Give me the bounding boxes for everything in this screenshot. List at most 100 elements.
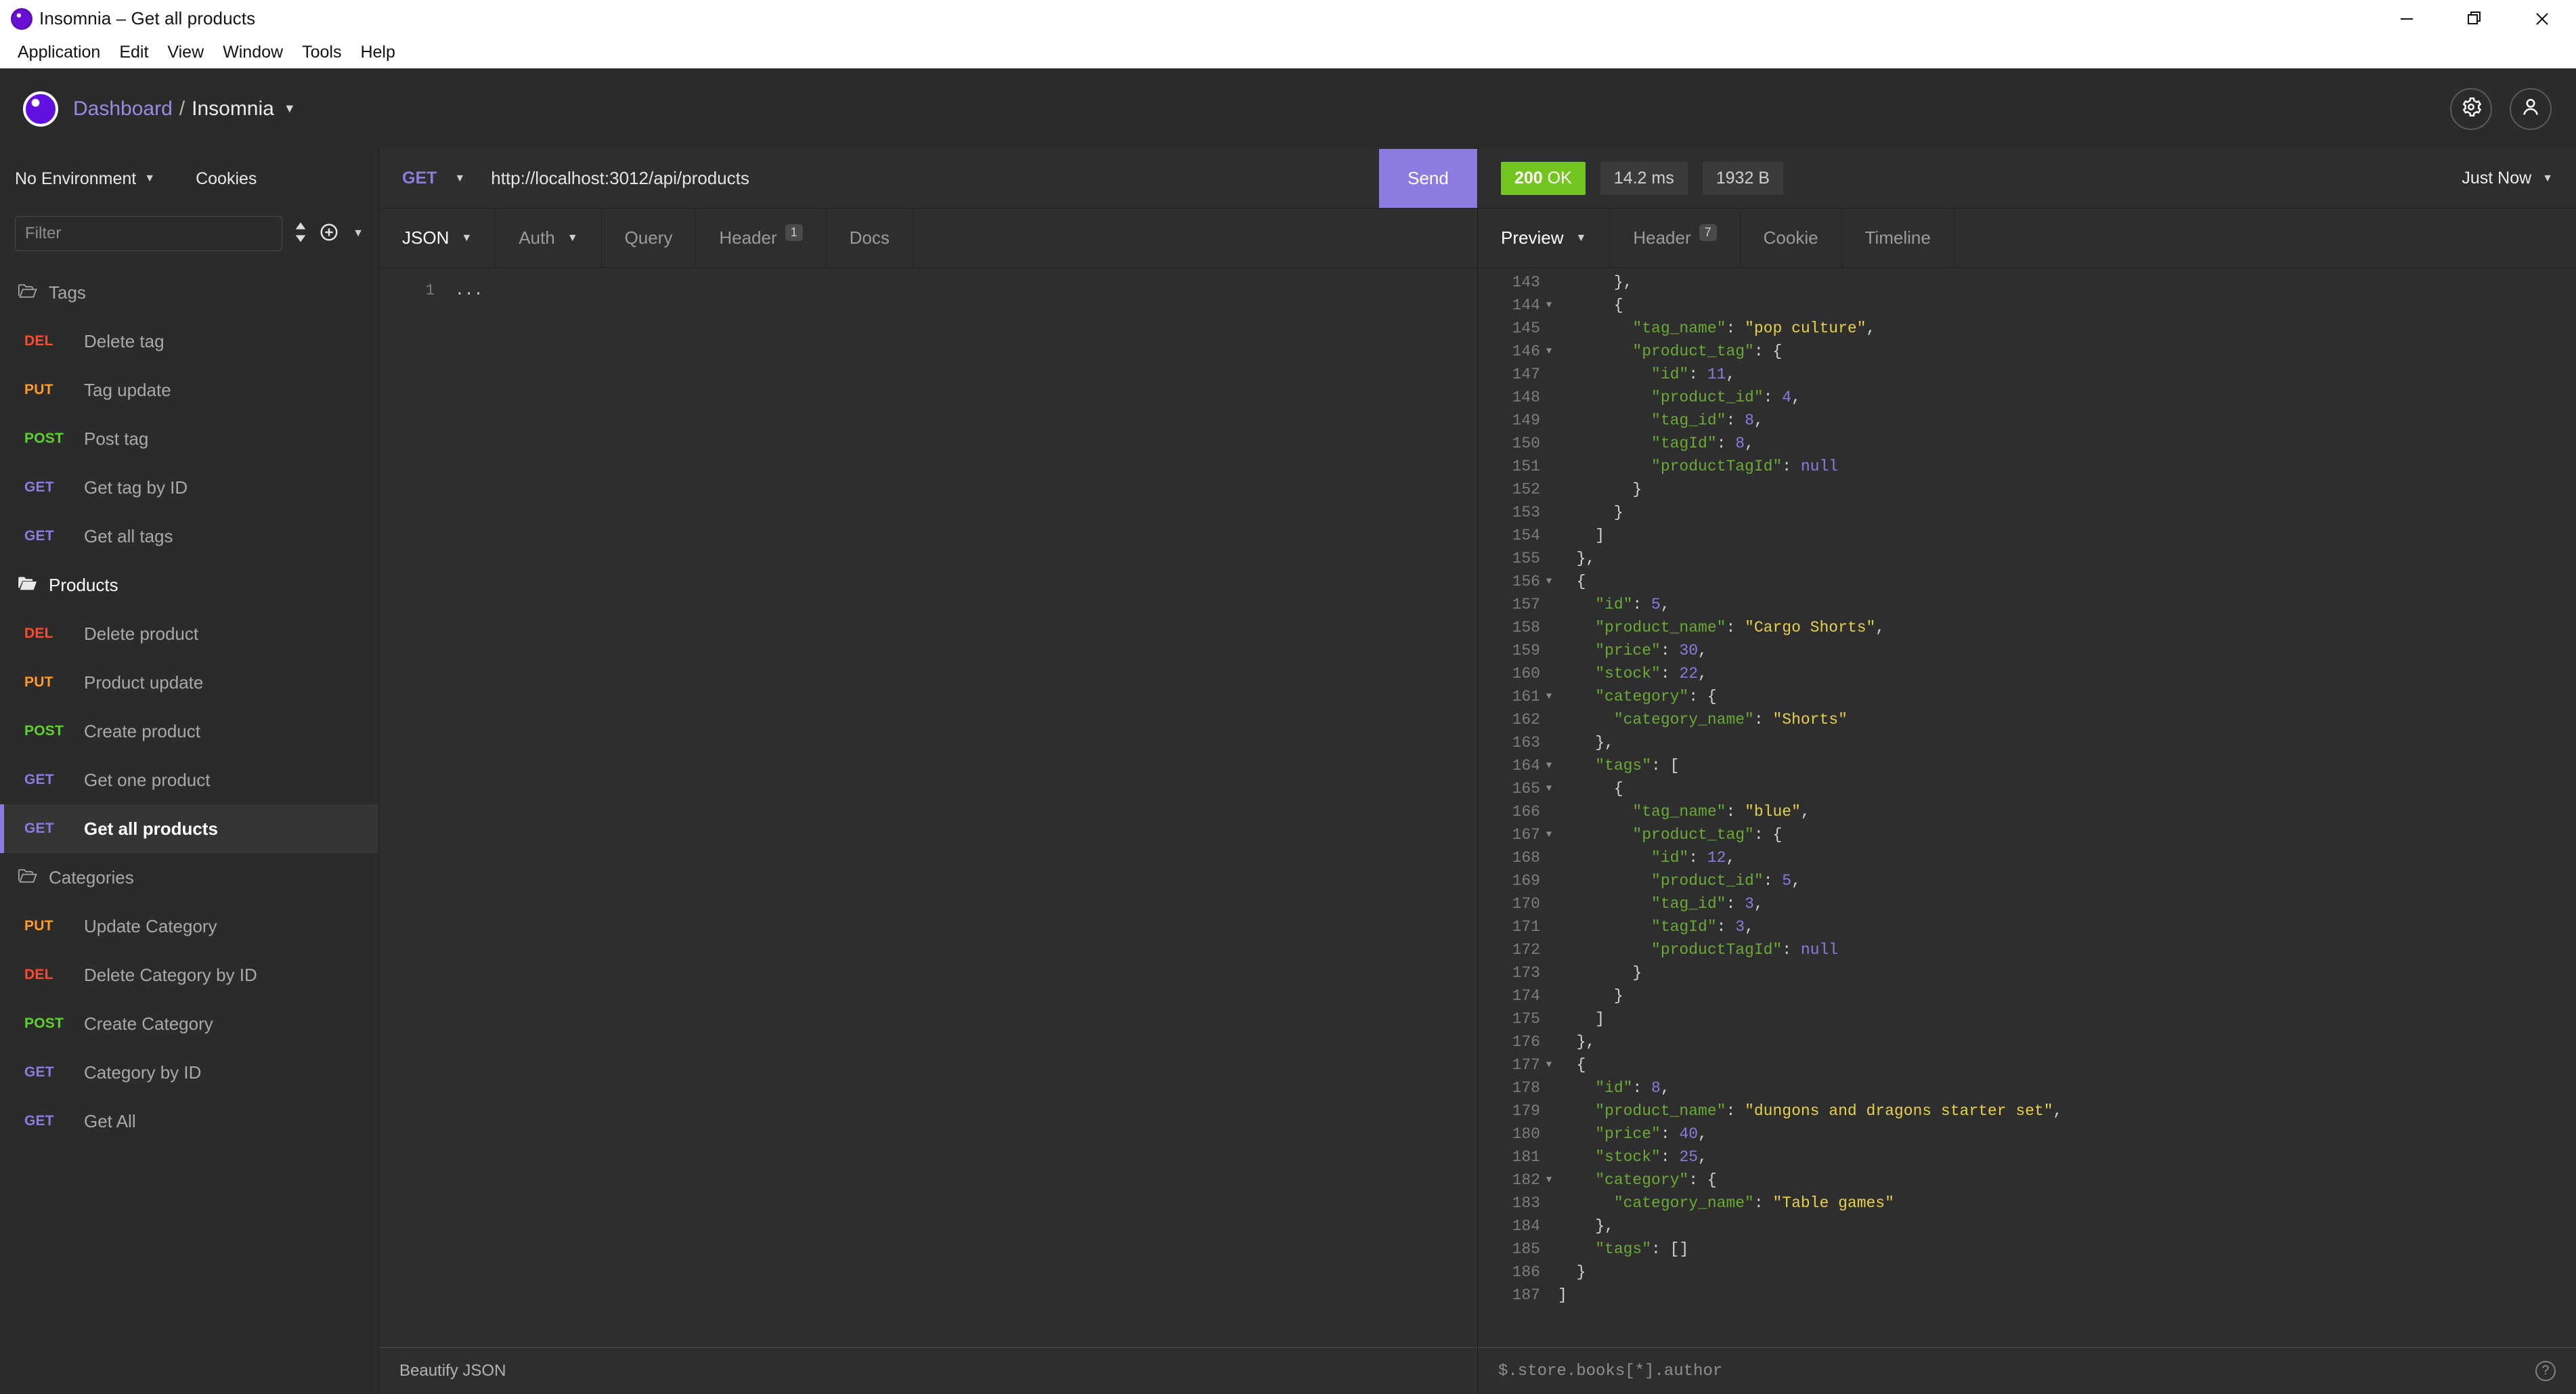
sort-button[interactable] [293,221,308,246]
jsonpath-filter-input[interactable] [1498,1362,2535,1380]
request-item-get-all[interactable]: GET Get All [0,1097,378,1146]
send-button[interactable]: Send [1379,149,1477,208]
response-timestamp: Just Now [2462,169,2532,188]
json-text: "product_name": "dungons and dragons sta… [1558,1102,2063,1120]
chevron-down-icon: ▼ [2542,172,2553,184]
json-line: 168 "id": 12, [1478,846,2576,869]
json-line: 158 "product_name": "Cargo Shorts", [1478,616,2576,639]
line-number: 172 [1512,941,1540,959]
chevron-down-icon[interactable]: ▼ [284,102,296,116]
request-item-create-product[interactable]: POST Create product [0,707,378,756]
fold-toggle-icon[interactable]: ▼ [1540,340,1558,363]
window-controls [2373,0,2576,37]
settings-button[interactable] [2450,87,2492,130]
response-time-chip[interactable]: 14.2 ms [1600,162,1688,195]
json-text: } [1558,987,1623,1005]
menu-tools[interactable]: Tools [292,41,351,64]
json-text: { [1558,297,1623,314]
fold-toggle-icon[interactable]: ▼ [1540,1053,1558,1076]
line-number: 168 [1512,849,1540,867]
beautify-json-button[interactable]: Beautify JSON [399,1362,506,1380]
help-circle-icon[interactable]: ? [2535,1361,2556,1381]
line-number: 166 [1512,803,1540,821]
fold-toggle-icon [1540,1123,1558,1146]
request-item-delete-tag[interactable]: DEL Delete tag [0,317,378,366]
tab-preview[interactable]: Preview ▼ [1478,209,1611,267]
close-button[interactable] [2508,0,2576,37]
line-number: 149 [1512,412,1540,429]
menu-window[interactable]: Window [213,41,292,64]
sidebar-filter-input[interactable] [15,216,283,251]
request-item-get-all-tags[interactable]: GET Get all tags [0,512,378,561]
account-button[interactable] [2510,87,2552,130]
fold-toggle-icon[interactable]: ▼ [1540,754,1558,777]
fold-toggle-icon[interactable]: ▼ [1540,823,1558,846]
request-item-post-tag[interactable]: POST Post tag [0,414,378,463]
request-item-get-tag-by-id[interactable]: GET Get tag by ID [0,463,378,512]
tab-query[interactable]: Query [602,209,697,267]
menu-view[interactable]: View [158,41,213,64]
response-size-chip[interactable]: 1932 B [1702,162,1783,195]
request-body-editor[interactable]: 1... [379,268,1477,1347]
fold-toggle-icon [1540,662,1558,685]
breadcrumb-dashboard[interactable]: Dashboard [73,97,173,121]
fold-toggle-icon [1540,1007,1558,1030]
tab-label: Cookie [1763,227,1818,248]
maximize-button[interactable] [2441,0,2508,37]
request-item-get-one-product[interactable]: GET Get one product [0,756,378,804]
fold-toggle-icon[interactable]: ▼ [1540,294,1558,317]
add-request-button[interactable]: ▼ [319,222,364,246]
json-line: 156 ▼ { [1478,570,2576,593]
request-label: Create Category [84,1013,213,1034]
method-selector[interactable]: GET ▼ [379,149,481,208]
url-input[interactable] [481,149,1379,208]
request-item-delete-product[interactable]: DEL Delete product [0,609,378,658]
fold-toggle-icon[interactable]: ▼ [1540,777,1558,800]
request-item-create-category[interactable]: POST Create Category [0,999,378,1048]
folder-products[interactable]: Products [0,561,378,609]
request-footer: Beautify JSON [379,1347,1477,1394]
request-item-product-update[interactable]: PUT Product update [0,658,378,707]
folder-categories[interactable]: Categories [0,853,378,902]
request-item-update-category[interactable]: PUT Update Category [0,902,378,951]
tab-auth[interactable]: Auth ▼ [496,209,602,267]
menu-help[interactable]: Help [351,41,404,64]
request-pane: GET ▼ Send JSON ▼ Auth ▼ Query Header 1 Docs 1.… [379,149,1478,1394]
tab-cookie[interactable]: Cookie [1741,209,1842,267]
window-title: Insomnia – Get all products [39,8,256,28]
menu-application[interactable]: Application [8,41,110,64]
cookies-button[interactable]: Cookies [196,169,257,189]
json-text: "tag_name": "blue", [1558,803,1810,821]
folder-tags[interactable]: Tags [0,268,378,317]
tab-json[interactable]: JSON ▼ [379,209,496,267]
json-line: 187] [1478,1284,2576,1307]
json-text: "stock": 25, [1558,1148,1707,1166]
request-method: DEL [24,967,53,982]
request-item-get-all-products[interactable]: GET Get all products [0,804,378,853]
request-item-delete-category-by-id[interactable]: DEL Delete Category by ID [0,951,378,999]
fold-toggle-icon[interactable]: ▼ [1540,685,1558,708]
json-line: 166 "tag_name": "blue", [1478,800,2576,823]
json-text: } [1558,481,1642,498]
fold-toggle-icon [1540,984,1558,1007]
request-item-category-by-id[interactable]: GET Category by ID [0,1048,378,1097]
fold-toggle-icon[interactable]: ▼ [1540,570,1558,593]
tab-timeline[interactable]: Timeline [1842,209,1955,267]
tab-header[interactable]: Header 1 [696,209,827,267]
status-badge[interactable]: 200 OK [1501,162,1586,195]
menu-edit[interactable]: Edit [110,41,158,64]
folder-label: Products [49,574,118,595]
response-history-selector[interactable]: Just Now ▼ [2462,169,2553,188]
response-body-viewer[interactable]: 143 }, 144 ▼ {145 "tag_name": "pop culture… [1478,268,2576,1347]
minimize-button[interactable] [2373,0,2441,37]
fold-toggle-icon [1540,1099,1558,1123]
breadcrumb-workspace[interactable]: Insomnia [192,97,274,121]
environment-selector[interactable]: No Environment ▼ [15,169,155,189]
tab-header[interactable]: Header 7 [1610,209,1741,267]
request-item-tag-update[interactable]: PUT Tag update [0,366,378,414]
tab-docs[interactable]: Docs [827,209,913,267]
line-number: 183 [1512,1194,1540,1212]
fold-toggle-icon [1540,1238,1558,1261]
tab-badge: 1 [785,223,803,242]
fold-toggle-icon[interactable]: ▼ [1540,1169,1558,1192]
